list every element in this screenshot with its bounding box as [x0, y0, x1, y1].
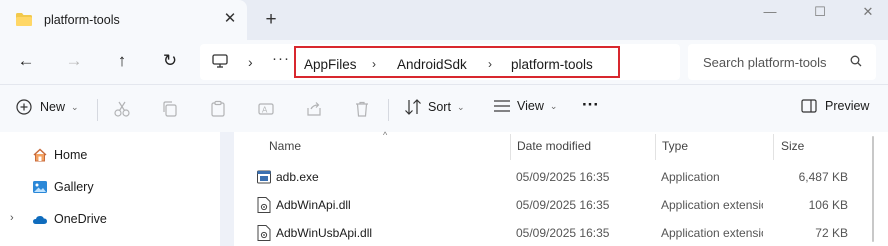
chevron-right-icon[interactable]: › — [10, 212, 14, 224]
column-divider[interactable] — [655, 134, 656, 160]
view-label: View — [517, 99, 544, 113]
dll-file-icon — [257, 225, 271, 241]
forward-button[interactable]: → — [62, 50, 86, 74]
tab-title: platform-tools — [44, 13, 120, 27]
cut-icon[interactable] — [113, 100, 131, 118]
view-button[interactable]: View ⌄ — [493, 99, 557, 113]
file-date: 05/09/2025 16:35 — [516, 226, 610, 240]
close-window-button[interactable]: ✕ — [858, 4, 878, 22]
table-row[interactable]: AdbWinUsbApi.dll 05/09/2025 16:35 Applic… — [236, 220, 856, 246]
share-icon[interactable] — [305, 100, 323, 118]
file-size: 72 KB — [815, 226, 848, 240]
sidebar-item-label: Gallery — [54, 180, 94, 194]
chevron-down-icon: ⌄ — [549, 100, 558, 111]
table-row[interactable]: AdbWinApi.dll 05/09/2025 16:35 Applicati… — [236, 192, 856, 218]
up-button[interactable]: ↑ — [110, 50, 134, 74]
title-bar: platform-tools ✕ + — ☐ ✕ — [0, 0, 888, 40]
sidebar-item-gallery[interactable]: Gallery — [32, 177, 94, 197]
minimize-button[interactable]: — — [760, 4, 780, 22]
file-date: 05/09/2025 16:35 — [516, 170, 610, 184]
chevron-down-icon: ⌄ — [71, 101, 79, 112]
address-bar[interactable]: › ··· AppFiles › AndroidSdk › platform-t… — [200, 44, 680, 80]
breadcrumb-appfiles[interactable]: AppFiles — [304, 57, 357, 72]
search-icon[interactable] — [850, 55, 862, 67]
preview-pane-icon — [801, 99, 817, 113]
view-icon — [494, 100, 510, 112]
column-header-name[interactable]: Name — [269, 139, 301, 153]
chevron-right-icon[interactable]: › — [488, 57, 492, 71]
more-options-button[interactable]: ··· — [582, 95, 599, 115]
chevron-down-icon: ⌄ — [456, 101, 465, 112]
sort-up-icon: ^ — [383, 130, 388, 140]
sidebar-item-onedrive[interactable]: OneDrive — [32, 209, 107, 229]
column-header-date[interactable]: Date modified — [517, 139, 591, 153]
chevron-right-icon: › — [248, 54, 253, 70]
vertical-scrollbar[interactable] — [854, 132, 888, 246]
sort-button[interactable]: Sort ⌄ — [404, 99, 464, 115]
delete-icon[interactable] — [353, 100, 371, 118]
dll-file-icon — [257, 197, 271, 213]
divider — [388, 99, 389, 121]
content-area: Home Gallery › OneDrive ^ Name Date modi… — [0, 130, 888, 246]
divider — [97, 99, 98, 121]
preview-label: Preview — [825, 99, 870, 113]
preview-button[interactable]: Preview — [801, 99, 869, 113]
file-size: 106 KB — [808, 198, 848, 212]
maximize-button[interactable]: ☐ — [810, 4, 830, 22]
plus-circle-icon — [16, 99, 32, 115]
navigation-bar: ← → ↑ ↻ › ··· AppFiles › AndroidSdk › pl… — [0, 40, 888, 84]
column-divider[interactable] — [510, 134, 511, 160]
search-input[interactable]: Search platform-tools — [703, 55, 833, 70]
column-header-type[interactable]: Type — [662, 139, 688, 153]
pane-divider[interactable] — [220, 132, 234, 246]
more-locations-button[interactable]: ··· — [272, 50, 290, 67]
sidebar-item-home[interactable]: Home — [32, 145, 87, 165]
computer-icon — [212, 54, 228, 68]
file-date: 05/09/2025 16:35 — [516, 198, 610, 212]
sort-label: Sort — [428, 100, 451, 114]
tab-platform-tools[interactable]: platform-tools ✕ — [0, 0, 247, 40]
back-button[interactable]: ← — [14, 50, 38, 74]
close-tab-icon[interactable]: ✕ — [222, 10, 238, 28]
chevron-right-icon[interactable]: › — [372, 57, 376, 71]
table-row[interactable]: adb.exe 05/09/2025 16:35 Application 6,4… — [236, 164, 856, 190]
command-bar: New ⌄ A Sort ⌄ View ⌄ ··· Preview — [0, 84, 888, 132]
search-box[interactable]: Search platform-tools — [688, 44, 876, 80]
file-name: adb.exe — [276, 170, 319, 184]
file-type: Application — [661, 170, 720, 184]
navigation-pane: Home Gallery › OneDrive — [0, 132, 220, 246]
file-list: ^ Name Date modified Type Size adb.exe 0… — [236, 130, 888, 246]
scrollbar-track[interactable] — [872, 136, 874, 242]
file-type: Application extension — [661, 198, 763, 212]
new-tab-button[interactable]: + — [261, 10, 281, 30]
file-size: 6,487 KB — [798, 170, 848, 184]
home-icon — [33, 148, 47, 162]
sidebar-item-label: OneDrive — [54, 212, 107, 226]
rename-icon[interactable]: A — [257, 100, 275, 118]
column-divider[interactable] — [773, 134, 774, 160]
copy-icon[interactable] — [161, 100, 179, 118]
file-name: AdbWinUsbApi.dll — [276, 226, 373, 240]
svg-text:A: A — [262, 106, 268, 115]
folder-icon — [16, 13, 32, 26]
sort-icon — [405, 99, 421, 115]
refresh-button[interactable]: ↻ — [158, 50, 182, 74]
file-type: Application extension — [661, 226, 763, 240]
exe-file-icon — [257, 170, 271, 184]
breadcrumb-highlight-box: AppFiles › AndroidSdk › platform-tools — [294, 46, 620, 78]
breadcrumb-androidsdk[interactable]: AndroidSdk — [397, 57, 467, 72]
column-header-size[interactable]: Size — [781, 139, 804, 153]
gallery-icon — [33, 181, 47, 193]
new-label: New — [40, 100, 66, 114]
cloud-icon — [33, 216, 47, 224]
breadcrumb-platform-tools[interactable]: platform-tools — [511, 57, 593, 72]
new-button[interactable]: New ⌄ — [16, 99, 79, 115]
sidebar-item-label: Home — [54, 148, 88, 162]
paste-icon[interactable] — [209, 100, 227, 118]
file-name: AdbWinApi.dll — [276, 198, 351, 212]
